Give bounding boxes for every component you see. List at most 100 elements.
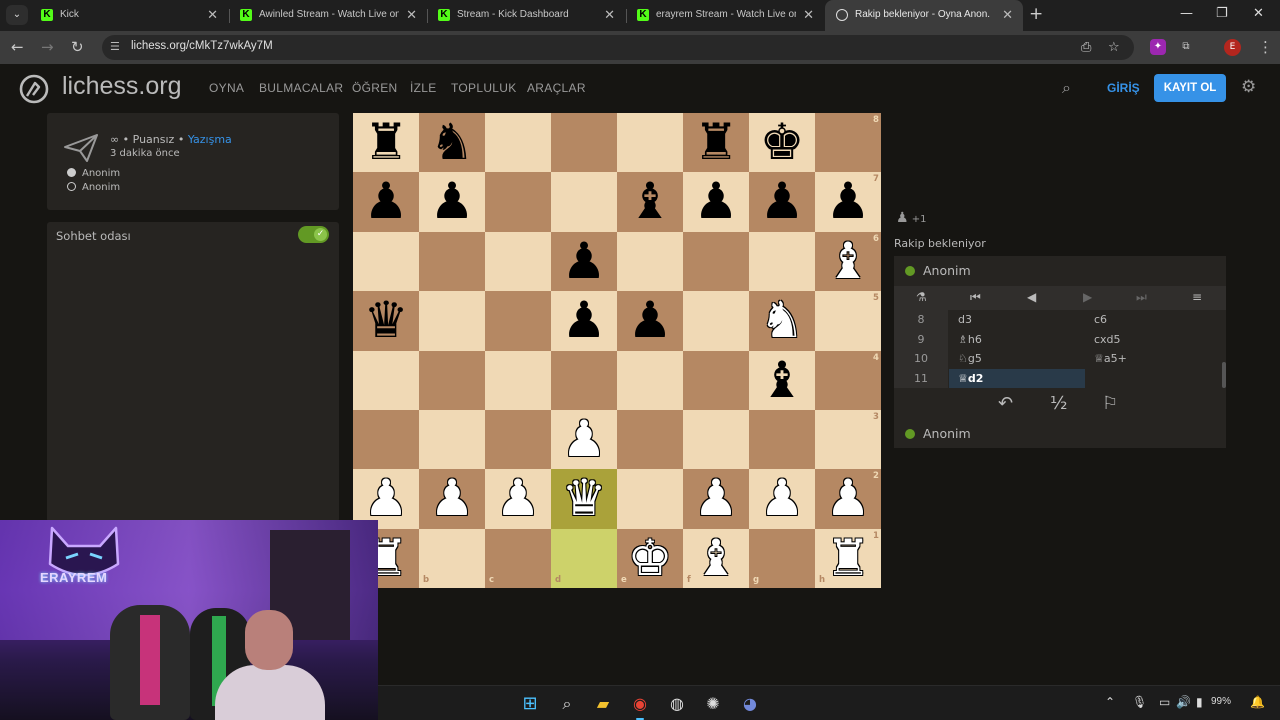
file-explorer-icon[interactable]: ▰ <box>592 693 614 715</box>
square-b4[interactable] <box>419 350 485 410</box>
signup-button[interactable]: KAYIT OL <box>1154 74 1226 102</box>
chrome-icon[interactable]: ◉ <box>629 693 651 720</box>
black-pawn-e5[interactable]: ♟ <box>617 291 683 350</box>
square-a6[interactable] <box>353 231 419 292</box>
last-move-icon[interactable]: ⏭ <box>1136 290 1147 305</box>
bookmark-star-icon[interactable]: ☆ <box>1108 40 1120 55</box>
nav-community[interactable]: TOPLULUK <box>451 81 517 95</box>
black-king-g8[interactable]: ♚ <box>749 113 815 172</box>
square-e4[interactable] <box>617 350 683 410</box>
square-h8[interactable] <box>815 113 881 173</box>
reload-icon[interactable]: ↻ <box>71 38 84 56</box>
chatgpt-icon[interactable]: ✺ <box>702 693 724 715</box>
white-bishop-h6[interactable]: ♝ <box>815 232 881 291</box>
microphone-icon[interactable]: 🎙 <box>1132 695 1147 709</box>
square-f3[interactable] <box>683 410 749 470</box>
black-knight-b8[interactable]: ♞ <box>419 113 485 172</box>
nav-play[interactable]: OYNA <box>209 81 244 95</box>
install-app-icon[interactable]: ⎙ <box>1081 40 1091 55</box>
black-pawn-f7[interactable]: ♟ <box>683 172 749 231</box>
square-b5[interactable] <box>419 291 485 351</box>
square-f5[interactable] <box>683 291 749 351</box>
black-pawn-d6[interactable]: ♟ <box>551 232 617 291</box>
square-d8[interactable] <box>551 113 617 173</box>
square-c4[interactable] <box>485 350 551 410</box>
black-move[interactable] <box>1085 369 1220 389</box>
browser-tab[interactable]: K Kick ✕ <box>30 0 228 31</box>
forward-icon[interactable]: → <box>41 38 54 56</box>
black-pawn-d5[interactable]: ♟ <box>551 291 617 350</box>
obs-icon[interactable]: ◍ <box>666 693 688 715</box>
black-bishop-e7[interactable]: ♝ <box>617 172 683 231</box>
square-b6[interactable] <box>419 231 485 292</box>
square-b3[interactable] <box>419 410 485 470</box>
square-f6[interactable] <box>683 231 749 292</box>
windows-start-icon[interactable]: ⊞ <box>519 693 541 715</box>
chess-board[interactable]: ♜ ♞ ♜ ♚ ♟ ♟ ♝ ♟ ♟ ♟ ♟ ♝ ♛ ♟ ♟ ♞ ♝ ♟ ♟ ♟ ♟ ♛ ♟ ♟ ♟ ♜ ♚ ♝ ♜ 8 7 6 5 4 3 2 1 b c d… <box>353 113 881 589</box>
browser-tab[interactable]: K erayrem Stream - Watch Live on ✕ <box>626 0 824 31</box>
white-pawn-b2[interactable]: ♟ <box>419 469 485 528</box>
opponent-name[interactable]: Anonim <box>923 263 971 278</box>
close-icon[interactable]: ✕ <box>803 7 814 23</box>
square-d7[interactable] <box>551 172 617 232</box>
white-move[interactable]: d3 <box>949 310 1085 330</box>
square-h3[interactable] <box>815 410 881 470</box>
black-pawn-a7[interactable]: ♟ <box>353 172 419 231</box>
battery-icon[interactable]: ▮ <box>1196 695 1203 709</box>
white-pawn-c2[interactable]: ♟ <box>485 469 551 528</box>
square-e8[interactable] <box>617 113 683 173</box>
square-c1[interactable] <box>485 528 551 589</box>
minimize-icon[interactable]: — <box>1180 6 1193 21</box>
back-icon[interactable]: ← <box>11 38 24 56</box>
white-pawn-f2[interactable]: ♟ <box>683 469 749 528</box>
white-move[interactable]: ♗h6 <box>949 330 1085 350</box>
profile-avatar[interactable]: E <box>1224 39 1241 56</box>
black-rook-f8[interactable]: ♜ <box>683 113 749 172</box>
white-knight-g5[interactable]: ♞ <box>749 291 815 350</box>
square-h4[interactable] <box>815 350 881 410</box>
address-bar[interactable]: ☰ lichess.org/cMkTz7wkAy7M ⎙ ☆ <box>102 35 1134 60</box>
black-queen-a5[interactable]: ♛ <box>353 291 419 350</box>
monitor-icon[interactable]: ▭ <box>1159 695 1170 709</box>
resign-flag-icon[interactable]: ⚐ <box>1102 393 1118 414</box>
takeback-icon[interactable]: ↶ <box>998 393 1013 414</box>
browser-tab[interactable]: K Stream - Kick Dashboard ✕ <box>427 0 625 31</box>
nav-watch[interactable]: İZLE <box>410 81 437 95</box>
window-close-icon[interactable]: ✕ <box>1253 6 1264 21</box>
notification-bell-icon[interactable]: 🔔 <box>1250 695 1265 709</box>
white-queen-d2[interactable]: ♛ <box>551 469 617 528</box>
analysis-icon[interactable]: ⚗ <box>916 290 927 304</box>
square-e2[interactable] <box>617 469 683 529</box>
discord-icon[interactable]: ◕ <box>739 693 761 715</box>
tab-search-button[interactable]: ⌄ <box>6 5 28 25</box>
square-e3[interactable] <box>617 410 683 470</box>
browser-tab[interactable]: K Awinled Stream - Watch Live on ✕ <box>229 0 427 31</box>
site-logo[interactable]: lichess.org <box>62 72 182 101</box>
browser-tab-active[interactable]: Rakip bekleniyor - Oyna Anon. ✕ <box>825 0 1023 31</box>
new-tab-button[interactable]: + <box>1029 4 1043 24</box>
black-move[interactable]: c6 <box>1085 310 1220 330</box>
gear-icon[interactable]: ⚙ <box>1241 77 1256 97</box>
close-icon[interactable]: ✕ <box>604 7 615 23</box>
chevron-up-icon[interactable]: ⌃ <box>1105 695 1115 709</box>
square-g3[interactable] <box>749 410 815 470</box>
black-move[interactable]: ♕a5+ <box>1085 349 1220 369</box>
nav-learn[interactable]: ÖĞREN <box>352 81 398 95</box>
login-link[interactable]: GİRİŞ <box>1107 81 1140 95</box>
offer-draw-button[interactable]: ½ <box>1050 393 1067 414</box>
white-bishop-f1[interactable]: ♝ <box>683 529 749 588</box>
square-f4[interactable] <box>683 350 749 410</box>
square-e6[interactable] <box>617 231 683 292</box>
square-c6[interactable] <box>485 231 551 292</box>
black-pawn-g7[interactable]: ♟ <box>749 172 815 231</box>
square-a4[interactable] <box>353 350 419 410</box>
square-c5[interactable] <box>485 291 551 351</box>
search-icon[interactable]: ⌕ <box>556 693 578 715</box>
black-pawn-b7[interactable]: ♟ <box>419 172 485 231</box>
restore-icon[interactable]: ❐ <box>1216 6 1228 21</box>
white-pawn-d3[interactable]: ♟ <box>551 410 617 469</box>
browser-menu-icon[interactable]: ⋮ <box>1258 38 1273 56</box>
black-rook-a8[interactable]: ♜ <box>353 113 419 172</box>
close-icon[interactable]: ✕ <box>406 7 417 23</box>
search-icon[interactable]: ⌕ <box>1062 78 1071 98</box>
